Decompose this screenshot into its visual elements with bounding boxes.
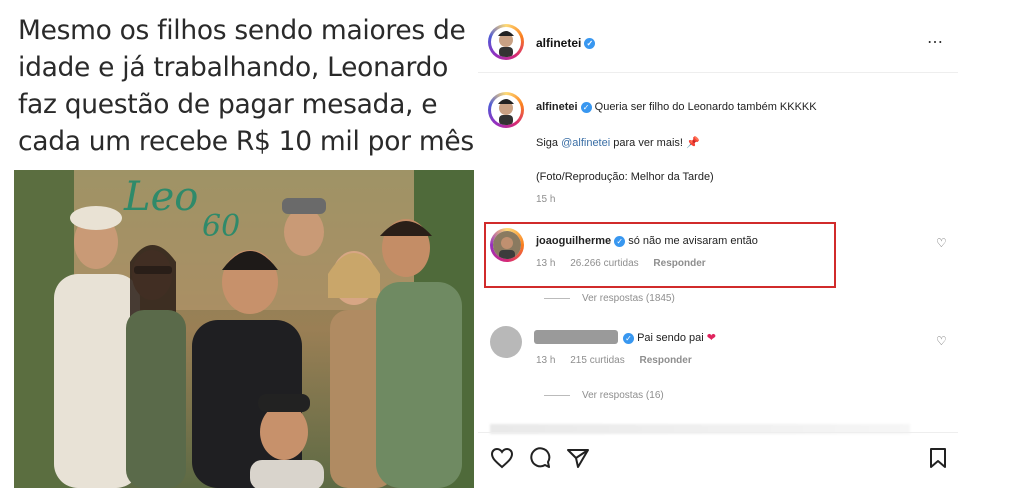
headline-line: Mesmo os filhos sendo maiores de — [18, 15, 466, 46]
comment-avatar[interactable] — [490, 228, 524, 262]
comment-meta: 13 h 26.266 curtidas Responder — [536, 258, 718, 269]
comment-likes[interactable]: 215 curtidas — [570, 355, 624, 366]
like-comment-icon[interactable]: ♡ — [936, 236, 947, 250]
verified-icon: ✓ — [580, 101, 592, 113]
instagram-post: alfinetei ✓ ⋯ alfinetei ✓ Queria ser filho… — [478, 0, 958, 496]
follow-suffix: para ver mais! — [613, 137, 683, 149]
more-options-icon[interactable]: ⋯ — [927, 32, 944, 52]
verified-icon: ✓ — [614, 235, 626, 247]
view-replies-link[interactable]: Ver respostas (1845) — [544, 293, 675, 304]
avatar-image — [493, 231, 521, 259]
blurred-username — [534, 330, 618, 344]
comment-text: ✓ Pai sendo pai ❤ — [620, 331, 716, 344]
sign-text: Leo — [123, 174, 198, 220]
caption-text: alfinetei ✓ Queria ser filho do Leonardo … — [536, 101, 817, 113]
caption-body: Queria ser filho do Leonardo também KKKK… — [594, 101, 817, 113]
reply-button[interactable]: Responder — [653, 258, 705, 269]
caption-author[interactable]: alfinetei — [536, 101, 578, 113]
avatar-image — [491, 95, 521, 125]
view-replies-link[interactable]: Ver respostas (16) — [544, 390, 664, 401]
post-actions — [478, 432, 958, 483]
avatar-image — [491, 27, 521, 57]
caption-time: 15 h — [536, 194, 556, 205]
comment-body: Pai sendo pai — [637, 332, 704, 344]
comment-text: joaoguilherme ✓ só não me avisaram então — [536, 235, 758, 247]
comment-author[interactable]: joaoguilherme — [536, 235, 611, 247]
heart-emoji: ❤ — [706, 332, 717, 344]
headline-line: cada um recebe R$ 10 mil por mês — [18, 126, 474, 157]
headline-line: faz questão de pagar mesada, e — [18, 89, 438, 120]
post-header: alfinetei ✓ ⋯ — [478, 18, 958, 73]
headline: Mesmo os filhos sendo maiores de idade e… — [18, 12, 478, 160]
comment-time: 13 h — [536, 258, 556, 269]
account-avatar[interactable] — [488, 24, 524, 60]
comment-meta: 13 h 215 curtidas Responder — [536, 355, 704, 366]
verified-icon: ✓ — [584, 38, 596, 50]
send-icon[interactable] — [566, 447, 590, 469]
comment-icon[interactable] — [528, 447, 552, 469]
news-panel: Mesmo os filhos sendo maiores de idade e… — [14, 0, 474, 496]
headline-line: idade e já trabalhando, Leonardo — [18, 52, 449, 83]
mention-link[interactable]: @alfinetei — [561, 137, 610, 149]
bookmark-icon[interactable] — [928, 447, 948, 469]
sign-number: 60 — [202, 209, 240, 244]
caption-follow: Siga @alfinetei para ver mais! 📌 — [536, 136, 700, 149]
caption-credit: (Foto/Reprodução: Melhor da Tarde) — [536, 171, 714, 183]
account-handle[interactable]: alfinetei ✓ — [536, 36, 596, 50]
follow-prefix: Siga — [536, 137, 559, 149]
highlight-box — [484, 222, 836, 288]
account-name[interactable]: alfinetei — [536, 36, 581, 50]
heart-icon[interactable] — [490, 447, 514, 469]
like-comment-icon[interactable]: ♡ — [936, 334, 947, 348]
comment-time: 13 h — [536, 355, 556, 366]
comment-body: só não me avisaram então — [628, 235, 758, 247]
comment-likes[interactable]: 26.266 curtidas — [570, 258, 638, 269]
verified-icon: ✓ — [623, 332, 634, 344]
caption-avatar[interactable] — [488, 92, 524, 128]
group-photo-illustration: Leo 60 — [14, 170, 474, 488]
pin-emoji: 📌 — [686, 137, 700, 149]
group-photo: Leo 60 — [14, 170, 474, 488]
comment-avatar-blurred[interactable] — [490, 326, 522, 358]
reply-button[interactable]: Responder — [640, 355, 692, 366]
